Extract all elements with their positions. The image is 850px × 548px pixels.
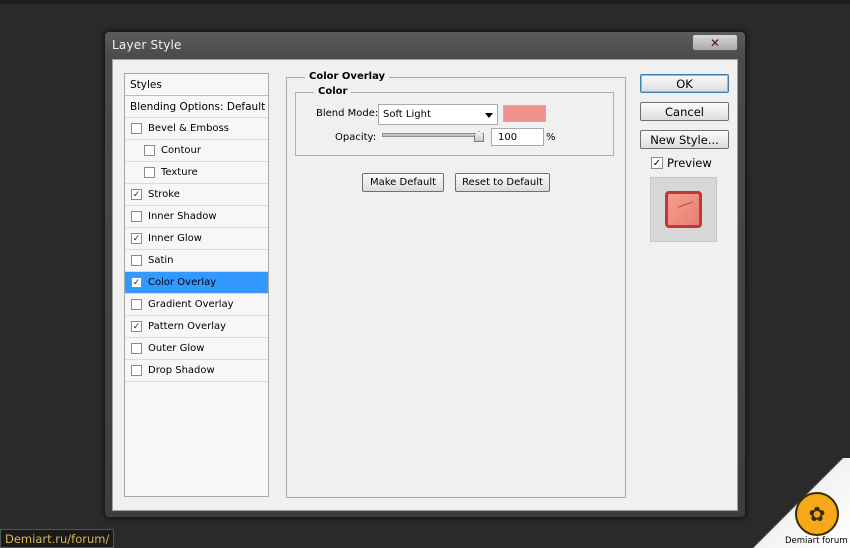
- layer-style-dialog: Layer Style ✕ Styles Blending Options: D…: [104, 31, 746, 518]
- dialog-client-area: Styles Blending Options: Default Bevel &…: [112, 59, 738, 511]
- style-item-color-overlay[interactable]: ✓ Color Overlay: [125, 272, 268, 294]
- styles-list-header[interactable]: Styles: [125, 74, 268, 96]
- style-preview: [650, 177, 717, 242]
- style-item-pattern-overlay[interactable]: ✓ Pattern Overlay: [125, 316, 268, 338]
- opacity-slider[interactable]: [382, 133, 484, 137]
- style-item-label: Pattern Overlay: [148, 321, 227, 332]
- close-icon: ✕: [709, 35, 721, 50]
- style-item-label: Bevel & Emboss: [148, 123, 229, 134]
- style-checkbox[interactable]: [131, 365, 142, 376]
- style-checkbox[interactable]: [131, 299, 142, 310]
- new-style-button[interactable]: New Style...: [640, 130, 729, 149]
- style-checkbox[interactable]: ✓: [131, 321, 142, 332]
- style-item-label: Inner Shadow: [148, 211, 217, 222]
- style-checkbox[interactable]: [131, 343, 142, 354]
- ok-button[interactable]: OK: [640, 74, 729, 93]
- blend-mode-value: Soft Light: [383, 109, 431, 120]
- style-item-contour[interactable]: Contour: [125, 140, 268, 162]
- style-item-texture[interactable]: Texture: [125, 162, 268, 184]
- style-checkbox[interactable]: [131, 211, 142, 222]
- style-item-label: Gradient Overlay: [148, 299, 234, 310]
- styles-header-label: Styles: [130, 78, 162, 91]
- style-item-label: Stroke: [148, 189, 180, 200]
- close-button[interactable]: ✕: [692, 34, 738, 51]
- style-item-bevel-emboss[interactable]: Bevel & Emboss: [125, 118, 268, 140]
- style-checkbox[interactable]: ✓: [131, 233, 142, 244]
- overlay-color-swatch[interactable]: [503, 105, 546, 122]
- blending-options-item[interactable]: Blending Options: Default: [125, 96, 268, 118]
- color-overlay-panel: Color Overlay Color Blend Mode: Soft Lig…: [286, 71, 626, 498]
- color-group: Color Blend Mode: Soft Light Opacity: 10…: [295, 86, 614, 156]
- make-default-button[interactable]: Make Default: [362, 173, 444, 192]
- blending-options-label: Blending Options: Default: [130, 100, 266, 113]
- style-item-label: Outer Glow: [148, 343, 205, 354]
- style-item-label: Contour: [161, 145, 201, 156]
- style-item-gradient-overlay[interactable]: Gradient Overlay: [125, 294, 268, 316]
- cancel-button[interactable]: Cancel: [640, 102, 729, 121]
- style-item-stroke[interactable]: ✓ Stroke: [125, 184, 268, 206]
- style-item-outer-glow[interactable]: Outer Glow: [125, 338, 268, 360]
- dialog-title: Layer Style: [112, 38, 182, 52]
- demiart-logo: ✿: [795, 492, 839, 536]
- blend-mode-select[interactable]: Soft Light: [378, 104, 498, 125]
- style-checkbox[interactable]: [144, 145, 155, 156]
- reset-to-default-button[interactable]: Reset to Default: [455, 173, 550, 192]
- blend-mode-label: Blend Mode:: [316, 108, 379, 119]
- opacity-input[interactable]: 100: [491, 128, 544, 146]
- preview-checkbox[interactable]: ✓: [651, 157, 663, 169]
- opacity-unit: %: [546, 132, 556, 143]
- style-item-satin[interactable]: Satin: [125, 250, 268, 272]
- style-checkbox[interactable]: [131, 255, 142, 266]
- demiart-logo-text: Demiart forum: [785, 536, 848, 546]
- style-item-label: Inner Glow: [148, 233, 202, 244]
- style-item-inner-shadow[interactable]: Inner Shadow: [125, 206, 268, 228]
- color-group-title: Color: [314, 86, 352, 97]
- style-checkbox[interactable]: ✓: [131, 189, 142, 200]
- style-item-inner-glow[interactable]: ✓ Inner Glow: [125, 228, 268, 250]
- style-item-label: Satin: [148, 255, 174, 266]
- style-checkbox[interactable]: [131, 123, 142, 134]
- panel-title: Color Overlay: [305, 71, 390, 82]
- chevron-down-icon: [485, 113, 493, 118]
- style-preview-swatch: [665, 191, 702, 228]
- style-item-label: Texture: [161, 167, 198, 178]
- preview-label: Preview: [667, 156, 712, 170]
- top-strip: [0, 0, 850, 4]
- style-item-label: Drop Shadow: [148, 365, 215, 376]
- desktop-background: Layer Style ✕ Styles Blending Options: D…: [0, 0, 850, 548]
- style-item-drop-shadow[interactable]: Drop Shadow: [125, 360, 268, 382]
- preview-toggle[interactable]: ✓ Preview: [651, 156, 712, 170]
- watermark-url: Demiart.ru/forum/: [0, 529, 115, 548]
- style-checkbox[interactable]: [144, 167, 155, 178]
- style-checkbox[interactable]: ✓: [131, 277, 142, 288]
- styles-list: Styles Blending Options: Default Bevel &…: [124, 73, 269, 497]
- style-item-label: Color Overlay: [148, 277, 217, 288]
- opacity-label: Opacity:: [335, 132, 377, 143]
